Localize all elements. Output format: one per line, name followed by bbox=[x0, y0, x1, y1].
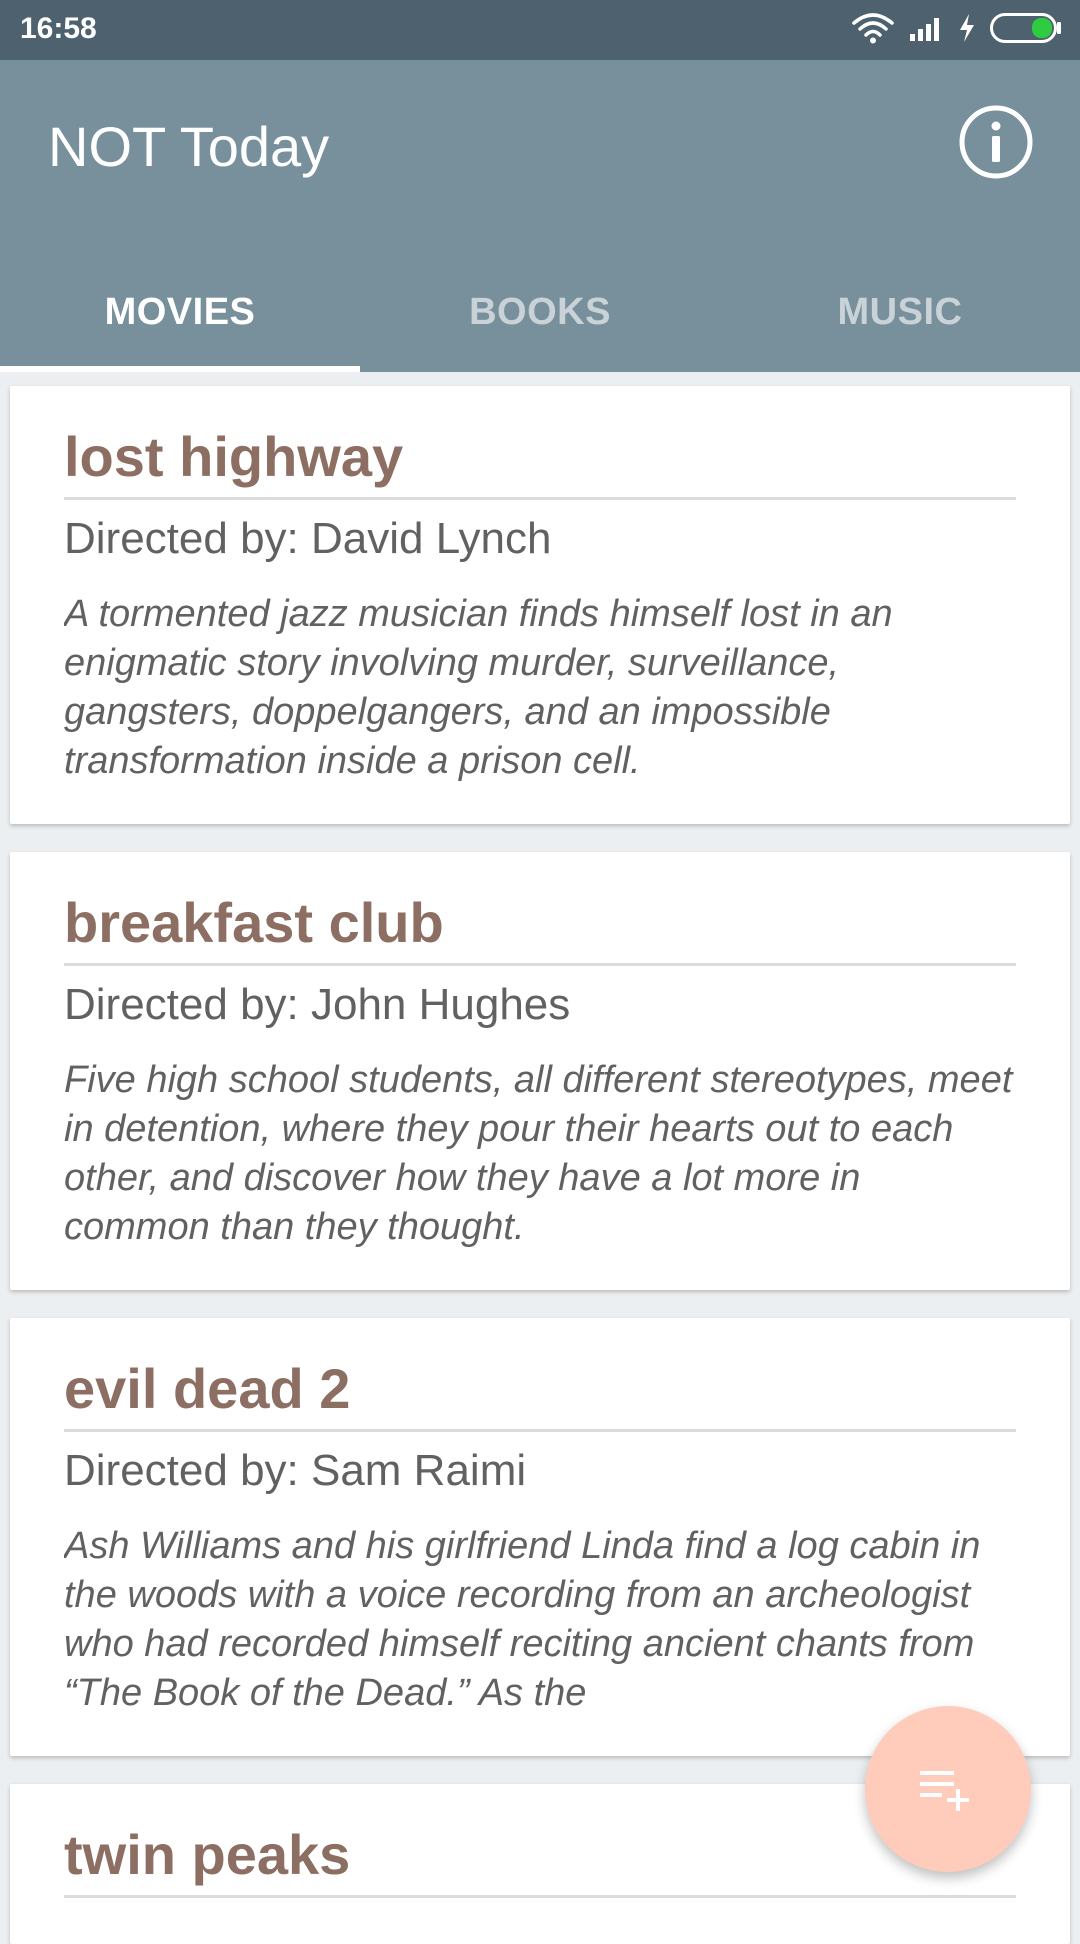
movie-card[interactable]: lost highway Directed by: David Lynch A … bbox=[10, 386, 1070, 824]
info-icon bbox=[959, 105, 1033, 179]
movie-card[interactable]: breakfast club Directed by: John Hughes … bbox=[10, 852, 1070, 1290]
battery-icon bbox=[990, 12, 1062, 48]
movie-director: Directed by: John Hughes bbox=[64, 980, 571, 1029]
signal-icon bbox=[908, 14, 944, 47]
movie-title: breakfast club bbox=[64, 891, 444, 954]
title-divider bbox=[64, 1895, 1016, 1898]
title-divider bbox=[64, 497, 1016, 500]
playlist-add-icon bbox=[920, 1771, 969, 1811]
movie-description: Ash Williams and his girlfriend Linda fi… bbox=[64, 1525, 981, 1714]
tab-music[interactable]: MUSIC bbox=[720, 252, 1080, 372]
status-time: 16:58 bbox=[20, 12, 97, 45]
movie-title: evil dead 2 bbox=[64, 1357, 351, 1420]
movie-description: Five high school students, all different… bbox=[64, 1059, 1013, 1248]
movie-card[interactable]: evil dead 2 Directed by: Sam Raimi Ash W… bbox=[10, 1318, 1070, 1756]
wifi-icon bbox=[852, 12, 894, 49]
movie-description: A tormented jazz musician finds himself … bbox=[64, 593, 893, 782]
tab-bar: MOVIES BOOKS MUSIC bbox=[0, 252, 1080, 372]
movie-title: lost highway bbox=[64, 425, 404, 488]
add-to-list-button[interactable] bbox=[865, 1706, 1031, 1872]
tab-movies[interactable]: MOVIES bbox=[0, 252, 360, 372]
movie-director: Directed by: David Lynch bbox=[64, 514, 552, 563]
tab-books[interactable]: BOOKS bbox=[360, 252, 720, 372]
movie-title: twin peaks bbox=[64, 1823, 351, 1886]
info-button[interactable] bbox=[958, 104, 1034, 180]
title-divider bbox=[64, 1429, 1016, 1432]
movie-director: Directed by: Sam Raimi bbox=[64, 1446, 527, 1495]
app-bar: NOT Today MOVIES BOOKS MUSIC bbox=[0, 60, 1080, 372]
status-icons bbox=[852, 12, 1062, 48]
status-bar: 16:58 bbox=[0, 0, 1080, 60]
title-divider bbox=[64, 963, 1016, 966]
charging-icon bbox=[958, 13, 976, 48]
app-title: NOT Today bbox=[48, 115, 330, 178]
